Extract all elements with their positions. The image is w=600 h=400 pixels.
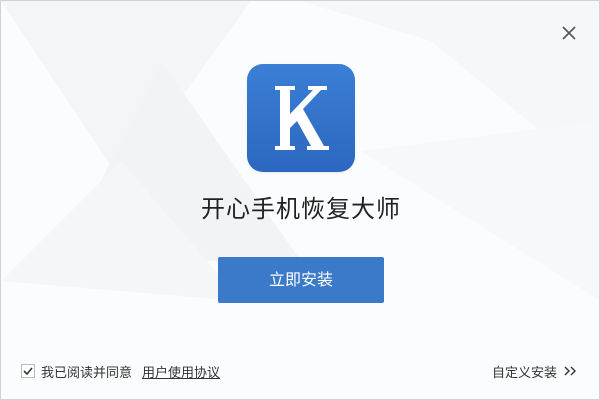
app-logo xyxy=(247,64,355,172)
app-k-logo-icon xyxy=(275,86,329,150)
close-button[interactable] xyxy=(557,21,581,45)
agreement-text: 我已阅读并同意 xyxy=(41,365,133,381)
agreement-checkbox[interactable] xyxy=(21,364,35,378)
install-now-button[interactable]: 立即安装 xyxy=(218,257,384,303)
custom-install-label: 自定义安装 xyxy=(491,365,557,381)
custom-install-button[interactable]: 自定义安装 xyxy=(492,361,579,381)
close-icon xyxy=(562,26,576,40)
double-chevron-right-icon xyxy=(564,366,576,376)
agreement-row: 我已阅读并同意 用户使用协议 xyxy=(21,361,220,381)
installer-window: 开心手机恢复大师 立即安装 我已阅读并同意 用户使用协议 自定义安装 xyxy=(0,0,600,400)
app-title: 开心手机恢复大师 xyxy=(201,195,401,223)
user-agreement-link[interactable]: 用户使用协议 xyxy=(142,362,220,381)
